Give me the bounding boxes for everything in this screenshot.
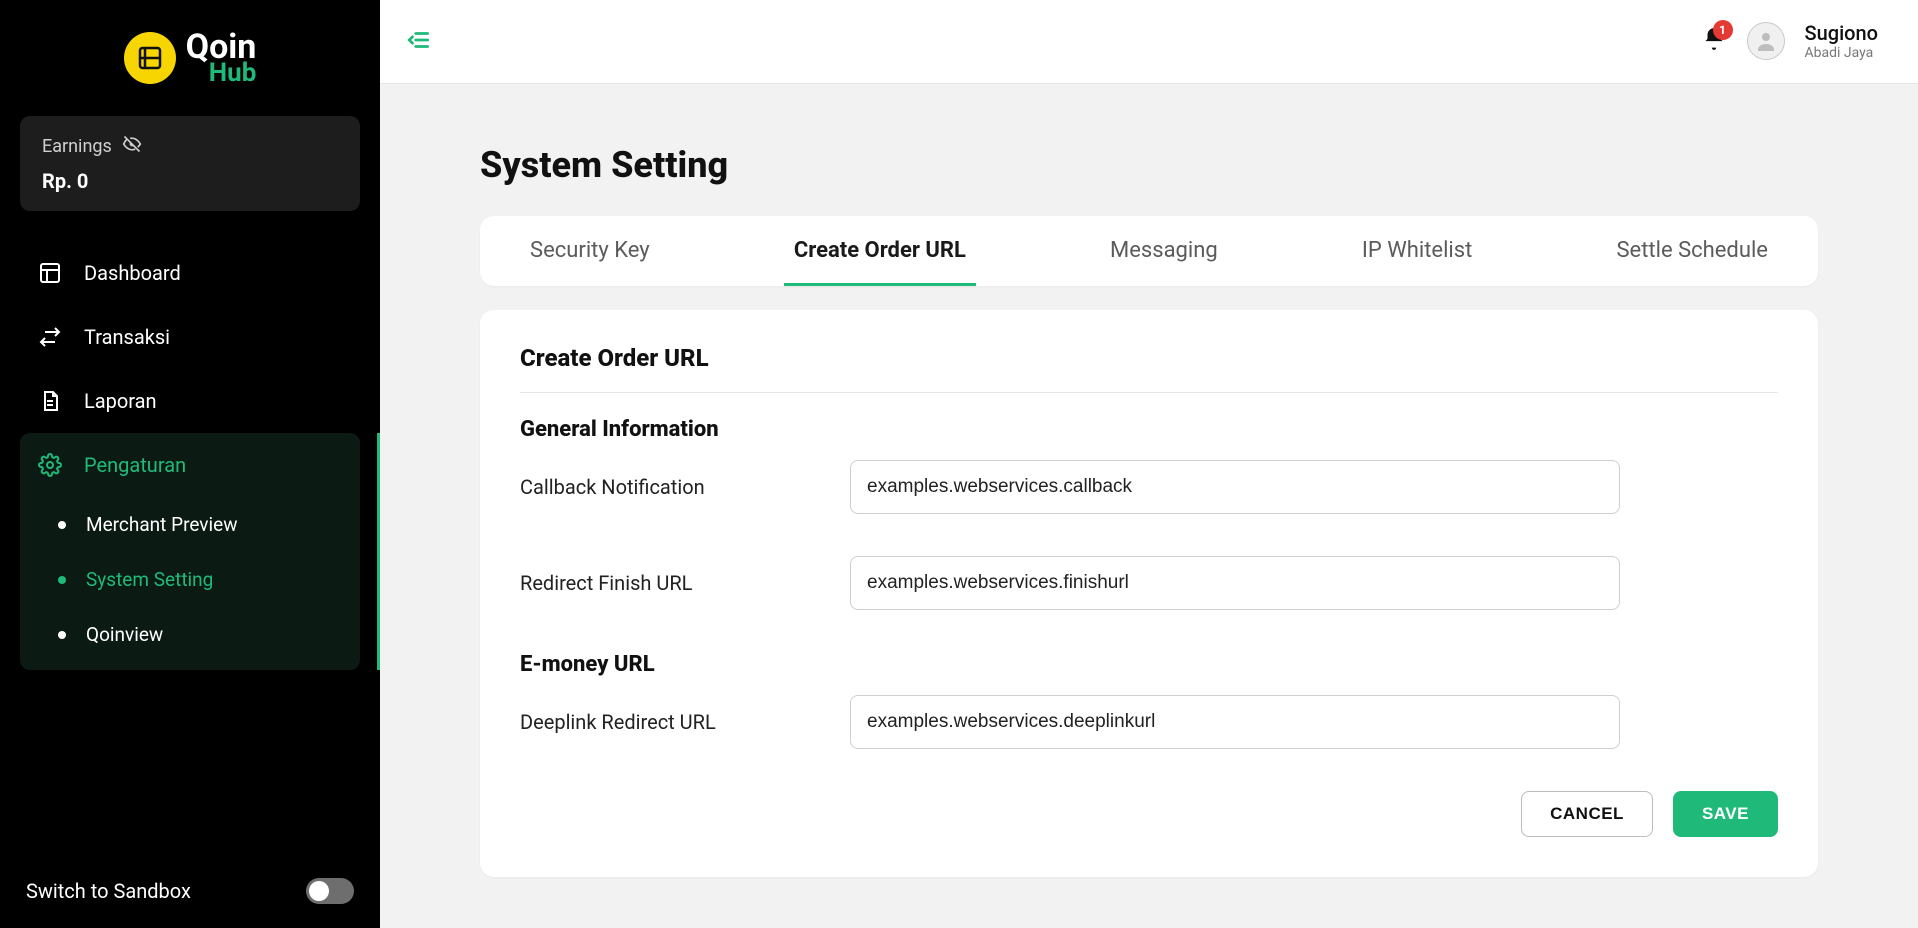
emoney-heading: E-money URL: [520, 652, 1778, 677]
sidebar-sub-label: System Setting: [86, 568, 213, 591]
callback-label: Callback Notification: [520, 475, 830, 499]
dashboard-icon: [38, 261, 62, 285]
user-org: Abadi Jaya: [1805, 45, 1879, 62]
sidebar-sub-system-setting[interactable]: System Setting: [20, 552, 360, 607]
coin-icon: [124, 32, 176, 84]
content: System Setting Security Key Create Order…: [380, 84, 1918, 928]
notification-badge: 1: [1713, 20, 1733, 40]
sidebar-item-label: Dashboard: [84, 261, 181, 285]
tab-messaging[interactable]: Messaging: [1100, 216, 1228, 286]
sidebar-item-pengaturan[interactable]: Pengaturan: [20, 433, 360, 497]
sandbox-toggle[interactable]: [306, 878, 354, 904]
sidebar: Qoin Hub Earnings Rp. 0 Dashboard: [0, 0, 380, 928]
general-info-heading: General Information: [520, 417, 1778, 442]
report-icon: [38, 389, 62, 413]
sidebar-item-dashboard[interactable]: Dashboard: [20, 241, 360, 305]
sidebar-group-pengaturan: Pengaturan Merchant Preview System Setti…: [20, 433, 360, 670]
earnings-card: Earnings Rp. 0: [20, 116, 360, 211]
sandbox-toggle-row: Switch to Sandbox: [20, 858, 360, 908]
callback-input[interactable]: [850, 460, 1620, 514]
tab-security-key[interactable]: Security Key: [520, 216, 660, 286]
bullet-icon: [58, 631, 66, 639]
sidebar-item-transaksi[interactable]: Transaksi: [20, 305, 360, 369]
bullet-icon: [58, 521, 66, 529]
sidebar-collapse-icon[interactable]: [400, 21, 438, 63]
tab-create-order-url[interactable]: Create Order URL: [784, 216, 976, 286]
save-button[interactable]: SAVE: [1673, 791, 1778, 837]
user-icon: [1754, 29, 1778, 53]
deeplink-input[interactable]: [850, 695, 1620, 749]
form-card: Create Order URL General Information Cal…: [480, 310, 1818, 877]
visibility-off-icon[interactable]: [122, 134, 142, 159]
page-title: System Setting: [480, 144, 1818, 186]
notifications-button[interactable]: 1: [1701, 26, 1727, 56]
cancel-button[interactable]: CANCEL: [1521, 791, 1653, 837]
brand-line2: Hub: [209, 60, 257, 86]
sidebar-nav: Dashboard Transaksi Laporan Pengaturan: [20, 241, 360, 670]
sidebar-item-label: Pengaturan: [84, 453, 186, 477]
topbar: 1 Sugiono Abadi Jaya: [380, 0, 1918, 84]
settings-tabs: Security Key Create Order URL Messaging …: [480, 216, 1818, 286]
sidebar-sub-qoinview[interactable]: Qoinview: [20, 607, 360, 662]
redirect-label: Redirect Finish URL: [520, 571, 830, 595]
sidebar-sub-label: Qoinview: [86, 623, 163, 646]
deeplink-label: Deeplink Redirect URL: [520, 710, 830, 734]
sidebar-sub-label: Merchant Preview: [86, 513, 237, 536]
gear-icon: [38, 453, 62, 477]
tab-ip-whitelist[interactable]: IP Whitelist: [1352, 216, 1482, 286]
earnings-label: Earnings: [42, 136, 112, 157]
sandbox-label: Switch to Sandbox: [26, 879, 191, 903]
sidebar-item-label: Transaksi: [84, 325, 170, 349]
divider: [520, 392, 1778, 393]
transactions-icon: [38, 325, 62, 349]
user-info[interactable]: Sugiono Abadi Jaya: [1805, 21, 1879, 62]
tab-settle-schedule[interactable]: Settle Schedule: [1606, 216, 1778, 286]
sidebar-item-laporan[interactable]: Laporan: [20, 369, 360, 433]
sidebar-item-label: Laporan: [84, 389, 157, 413]
avatar[interactable]: [1747, 22, 1785, 60]
bullet-icon: [58, 576, 66, 584]
main-area: 1 Sugiono Abadi Jaya System Setting Secu…: [380, 0, 1918, 928]
brand-logo: Qoin Hub: [20, 30, 360, 86]
earnings-value: Rp. 0: [42, 169, 338, 193]
redirect-finish-input[interactable]: [850, 556, 1620, 610]
card-title: Create Order URL: [520, 344, 1778, 388]
sidebar-sub-merchant-preview[interactable]: Merchant Preview: [20, 497, 360, 552]
user-name: Sugiono: [1805, 21, 1879, 45]
